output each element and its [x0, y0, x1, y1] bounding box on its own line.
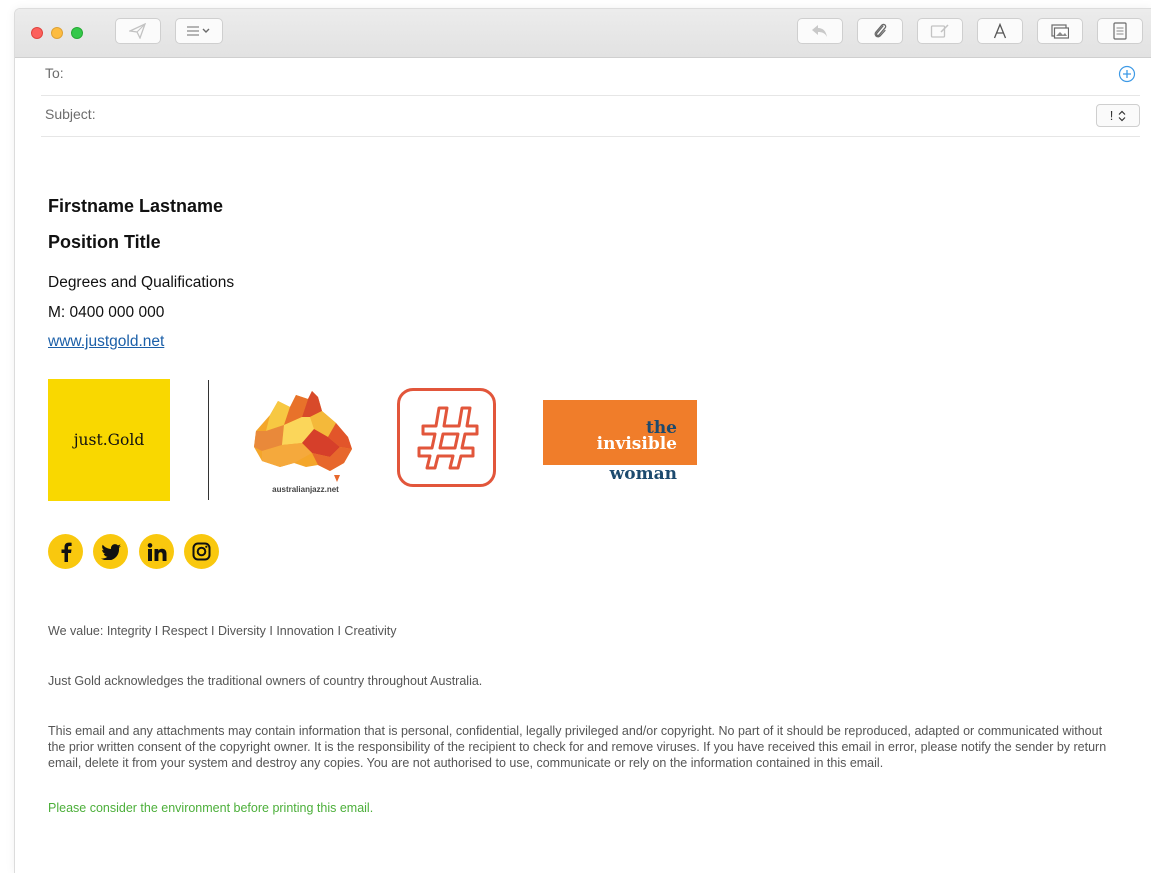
- to-label: To:: [45, 65, 64, 81]
- twitter-icon[interactable]: [93, 534, 128, 569]
- photo-browser-icon: [1051, 24, 1069, 39]
- subject-field[interactable]: Subject: !: [41, 96, 1140, 137]
- format-button[interactable]: [977, 18, 1023, 44]
- up-down-chevron-icon: [1118, 110, 1126, 121]
- to-field[interactable]: To:: [41, 55, 1140, 96]
- subject-label: Subject:: [45, 106, 96, 122]
- mail-compose-window: To: Subject: ! Firstname Lastname Positi…: [14, 8, 1151, 873]
- invisible-woman-line-2: invisible: [596, 434, 677, 454]
- instagram-icon[interactable]: [184, 534, 219, 569]
- signature-degrees: Degrees and Qualifications: [48, 274, 235, 291]
- list-chevron-icon: [187, 26, 210, 36]
- hashtag-logo[interactable]: [397, 388, 496, 487]
- close-window-button[interactable]: [31, 27, 43, 39]
- reply-icon: [812, 25, 827, 37]
- invisible-woman-logo[interactable]: the invisible woman: [543, 400, 697, 486]
- disclaimer-text: This email and any attachments may conta…: [48, 724, 1107, 770]
- justgold-logo[interactable]: just.Gold: [48, 379, 170, 501]
- logo-divider: [208, 380, 209, 500]
- facebook-icon[interactable]: [48, 534, 83, 569]
- invisible-woman-line-3: woman: [609, 464, 677, 484]
- stationery-button[interactable]: [1097, 18, 1143, 44]
- attach-button[interactable]: [857, 18, 903, 44]
- environment-text: Please consider the environment before p…: [48, 801, 374, 815]
- priority-label: !: [1109, 108, 1114, 123]
- stationery-icon: [1113, 22, 1127, 40]
- markup-icon: [930, 24, 949, 38]
- reply-button[interactable]: [797, 18, 843, 44]
- send-icon: [129, 23, 147, 39]
- signature-name: Firstname Lastname: [48, 196, 224, 216]
- linkedin-icon[interactable]: [139, 534, 174, 569]
- header-fields-button[interactable]: [175, 18, 223, 44]
- priority-dropdown[interactable]: !: [1096, 104, 1140, 127]
- linkedin-glyph: [147, 542, 166, 561]
- justgold-logo-text: just.Gold: [73, 431, 145, 449]
- values-text: We value: Integrity I Respect I Diversit…: [48, 624, 397, 638]
- markup-button[interactable]: [917, 18, 963, 44]
- zoom-window-button[interactable]: [71, 27, 83, 39]
- australianjazz-logo[interactable]: australianjazz.net: [248, 387, 363, 497]
- hashtag-icon: [417, 406, 478, 469]
- facebook-glyph: [61, 542, 72, 562]
- signature-mobile: M: 0400 000 000: [48, 304, 165, 321]
- photo-browser-button[interactable]: [1037, 18, 1083, 44]
- send-button[interactable]: [115, 18, 161, 44]
- acknowledgement-text: Just Gold acknowledges the traditional o…: [48, 674, 483, 688]
- paperclip-icon: [874, 23, 887, 38]
- signature-position: Position Title: [48, 232, 161, 252]
- add-contact-icon[interactable]: [1118, 65, 1136, 83]
- invisible-woman-footer: woman: [543, 465, 697, 486]
- toolbar: [15, 9, 1151, 58]
- website-link[interactable]: www.justgold.net: [48, 333, 164, 351]
- australia-map-icon: [254, 391, 352, 482]
- font-format-icon: [993, 23, 1007, 39]
- twitter-glyph: [100, 543, 121, 560]
- instagram-glyph: [192, 542, 211, 561]
- australianjazz-caption: australianjazz.net: [272, 485, 339, 494]
- minimize-window-button[interactable]: [51, 27, 63, 39]
